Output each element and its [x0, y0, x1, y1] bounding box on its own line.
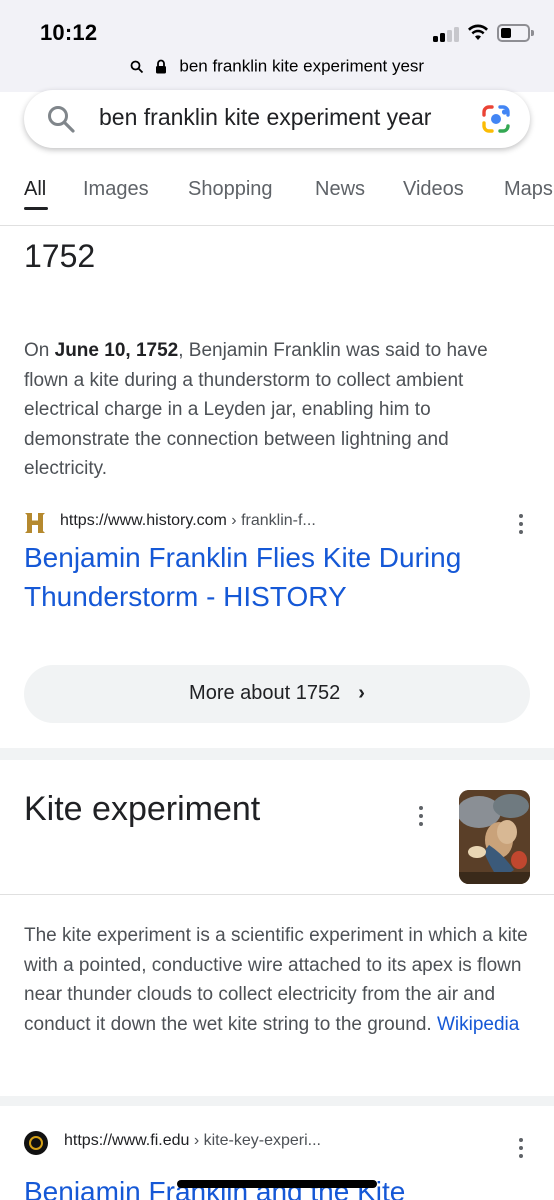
lock-icon — [155, 59, 166, 74]
featured-snippet-card: 1752 On June 10, 1752, Benjamin Franklin… — [0, 226, 554, 748]
cellular-signal-icon — [433, 26, 461, 42]
url-text: ben franklin kite experiment yesr — [179, 56, 425, 76]
search-input[interactable]: ben franklin kite experiment year — [99, 104, 431, 131]
knowledge-panel-card: Kite experiment The kite experiment is a… — [0, 760, 554, 1096]
snippet-text: On June 10, 1752, Benjamin Franklin was … — [24, 340, 488, 479]
more-about-button[interactable]: More about 1752 › — [24, 665, 530, 723]
divider — [0, 894, 554, 895]
active-tab-indicator — [24, 207, 48, 210]
more-options-icon[interactable] — [418, 806, 424, 828]
tab-news[interactable]: News — [315, 178, 365, 201]
knowledge-panel-description: The kite experiment is a scientific expe… — [24, 925, 528, 1035]
tab-videos[interactable]: Videos — [403, 178, 464, 201]
search-tabs: All Images Shopping News Videos Maps — [0, 176, 554, 226]
tab-shopping[interactable]: Shopping — [188, 178, 273, 201]
google-lens-icon[interactable] — [481, 104, 511, 134]
result-title-link[interactable]: Benjamin Franklin Flies Kite During Thun… — [24, 538, 524, 616]
search-box[interactable]: ben franklin kite experiment year — [24, 90, 530, 148]
source-row[interactable]: https://www.fi.edu › kite-key-experi... — [24, 1128, 530, 1158]
source-url: https://www.fi.edu › kite-key-experi... — [64, 1132, 321, 1149]
status-time: 10:12 — [40, 20, 98, 45]
source-row[interactable]: https://www.history.com › franklin-f... — [24, 508, 530, 538]
status-bar: 10:12 ben franklin kite experiment yesr — [0, 0, 554, 92]
search-icon — [130, 60, 144, 73]
battery-icon — [497, 24, 534, 42]
fi-edu-logo-icon — [24, 1131, 48, 1155]
history-logo-icon — [25, 513, 45, 533]
more-options-icon[interactable] — [518, 514, 524, 536]
knowledge-panel-title: Kite experiment — [24, 790, 261, 828]
tab-maps[interactable]: Maps — [504, 178, 553, 201]
address-bar[interactable]: ben franklin kite experiment yesr — [0, 56, 554, 84]
tab-all[interactable]: All — [24, 178, 46, 201]
featured-answer: 1752 — [24, 238, 96, 274]
kite-painting-thumbnail[interactable] — [459, 790, 530, 884]
wikipedia-link[interactable]: Wikipedia — [437, 1014, 519, 1035]
source-url: https://www.history.com › franklin-f... — [60, 512, 316, 529]
tab-images[interactable]: Images — [83, 178, 149, 201]
search-header: ben franklin kite experiment year All Im… — [0, 90, 554, 226]
search-icon — [48, 106, 75, 133]
wifi-icon — [468, 24, 488, 40]
more-options-icon[interactable] — [518, 1138, 524, 1160]
home-indicator[interactable] — [177, 1180, 377, 1188]
chevron-right-icon: › — [358, 682, 365, 704]
snippet-highlight: June 10, 1752 — [54, 340, 179, 361]
more-about-label: More about 1752 — [189, 682, 341, 704]
